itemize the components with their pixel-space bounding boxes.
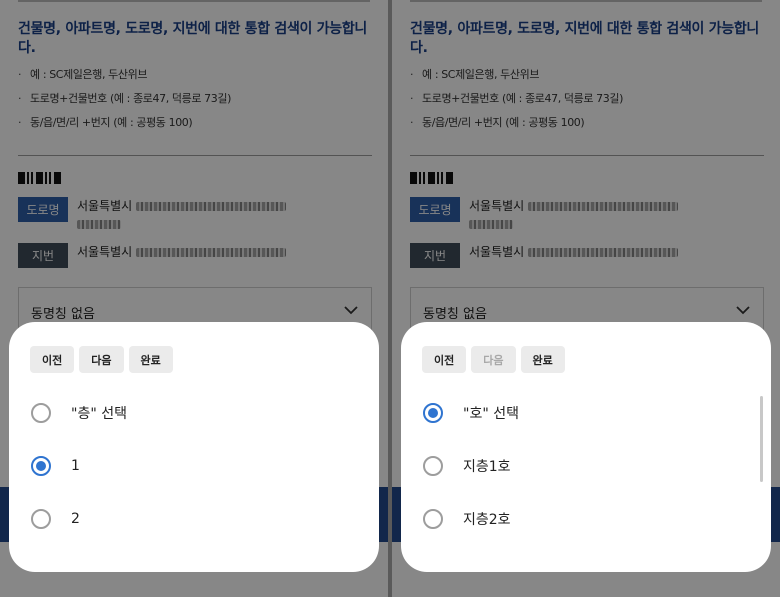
option-label: 1 (71, 458, 80, 474)
radio-selected-icon[interactable] (31, 456, 51, 476)
option-label: "호" 선택 (463, 406, 519, 422)
option-unit-b1-2[interactable]: 지층2호 (423, 507, 511, 531)
picker-nav: 이전 다음 완료 (422, 346, 565, 373)
picker-nav: 이전 다음 완료 (30, 346, 173, 373)
option-floor-placeholder[interactable]: "층" 선택 (31, 401, 127, 425)
next-button: 다음 (471, 346, 516, 373)
option-floor-2[interactable]: 2 (31, 507, 80, 531)
option-unit-b1-1[interactable]: 지층1호 (423, 454, 511, 478)
radio-unselected-icon[interactable] (31, 403, 51, 423)
radio-unselected-icon[interactable] (423, 456, 443, 476)
left-screen: 건물명, 아파트명, 도로명, 지번에 대한 통합 검색이 가능합니다. 예 :… (0, 0, 388, 597)
prev-button[interactable]: 이전 (30, 346, 75, 373)
next-button[interactable]: 다음 (79, 346, 124, 373)
done-button[interactable]: 완료 (128, 346, 173, 373)
radio-selected-icon[interactable] (423, 403, 443, 423)
option-unit-placeholder[interactable]: "호" 선택 (423, 401, 519, 425)
unit-picker-sheet: 이전 다음 완료 "호" 선택 지층1호 지층2호 (401, 322, 771, 572)
list-scrollbar[interactable] (760, 396, 763, 482)
option-floor-1[interactable]: 1 (31, 454, 80, 478)
radio-unselected-icon[interactable] (423, 509, 443, 529)
prev-button[interactable]: 이전 (422, 346, 467, 373)
floor-picker-sheet: 이전 다음 완료 "층" 선택 1 2 (9, 322, 379, 572)
option-label: 지층1호 (463, 459, 511, 475)
option-label: "층" 선택 (71, 406, 127, 422)
right-screen: 건물명, 아파트명, 도로명, 지번에 대한 통합 검색이 가능합니다. 예 :… (392, 0, 780, 597)
radio-unselected-icon[interactable] (31, 509, 51, 529)
option-label: 지층2호 (463, 512, 511, 528)
option-label: 2 (71, 511, 80, 527)
done-button[interactable]: 완료 (520, 346, 565, 373)
